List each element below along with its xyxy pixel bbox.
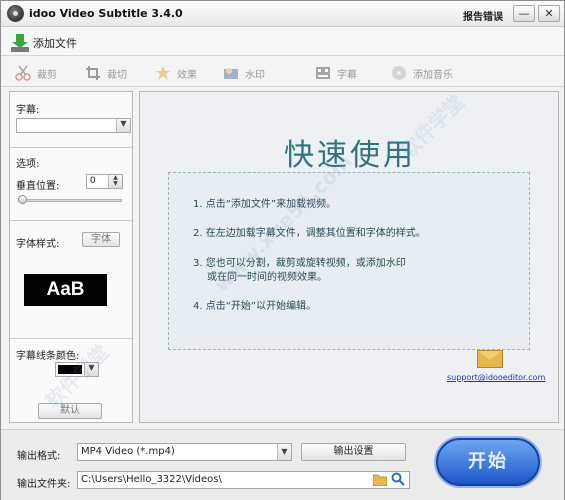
tool-subtitle-label: 字幕 <box>337 69 357 81</box>
output-format-value: MP4 Video (*.mp4) <box>81 446 175 457</box>
title-bar: idoo Video Subtitle 3.4.0 报告错误 — ✕ <box>1 1 564 27</box>
start-button-label: 开始 <box>468 451 508 472</box>
edit-toolbar: 裁剪 裁切 效果 水印 字幕 添加音乐 <box>1 57 564 87</box>
close-button[interactable]: ✕ <box>538 5 560 22</box>
effects-icon <box>156 66 170 80</box>
output-folder-value: C:\Users\Hello_3322\Videos\ <box>81 474 222 485</box>
add-file-label: 添加文件 <box>33 36 77 50</box>
music-icon <box>392 66 406 80</box>
mail-icon[interactable] <box>477 350 503 368</box>
default-button[interactable]: 默认 <box>38 403 102 419</box>
vertical-position-value: 0 <box>90 176 96 186</box>
folder-icon[interactable] <box>373 473 387 486</box>
crop-icon <box>86 66 100 80</box>
quick-start-steps: 1. 点击“添加文件”来加载视频。 2. 在左边加载字幕文件，调整其位置和字体的… <box>168 172 530 350</box>
scissors-icon <box>15 65 31 81</box>
download-arrow-icon <box>11 33 29 52</box>
window-title: idoo Video Subtitle 3.4.0 <box>29 7 183 20</box>
divider <box>10 338 132 339</box>
tool-watermark[interactable]: 水印 <box>223 63 265 83</box>
tool-add-music-label: 添加音乐 <box>413 69 453 81</box>
report-error-link[interactable]: 报告错误 <box>463 8 503 23</box>
watermark-icon <box>224 68 238 79</box>
tool-crop-label: 裁切 <box>107 69 127 81</box>
minimize-button[interactable]: — <box>513 5 535 22</box>
tool-add-music[interactable]: 添加音乐 <box>391 63 453 83</box>
subtitle-icon <box>316 67 330 79</box>
app-window: idoo Video Subtitle 3.4.0 报告错误 — ✕ 添加文件 … <box>0 0 565 500</box>
search-icon[interactable] <box>391 472 405 486</box>
tool-trim-label: 裁剪 <box>37 69 57 81</box>
slider-thumb[interactable] <box>18 195 27 204</box>
font-style-label: 字体样式: <box>16 239 60 250</box>
spin-arrows-icon[interactable]: ▲ ▼ <box>108 175 122 188</box>
options-label: 选项: <box>16 159 40 170</box>
output-format-label: 输出格式: <box>17 451 61 462</box>
vertical-position-stepper[interactable]: 0 ▲ ▼ <box>86 174 123 189</box>
subtitle-select[interactable]: ▼ <box>16 118 131 133</box>
menu-bar: 添加文件 <box>1 28 564 56</box>
divider <box>10 220 132 221</box>
chevron-down-icon: ▼ <box>277 444 291 460</box>
chevron-down-icon: ▼ <box>116 119 130 132</box>
divider <box>10 147 132 148</box>
step-4: 4. 点击“开始”以开始编辑。 <box>193 301 317 312</box>
quick-start-panel: 快速使用 1. 点击“添加文件”来加载视频。 2. 在左边加载字幕文件，调整其位… <box>139 91 559 423</box>
output-folder-label: 输出文件夹: <box>17 479 71 490</box>
tool-crop[interactable]: 裁切 <box>85 63 127 83</box>
subtitle-label: 字幕: <box>16 105 40 116</box>
font-preview: AaB <box>24 274 107 306</box>
font-button[interactable]: 字体 <box>82 232 120 247</box>
vertical-position-slider[interactable] <box>18 199 122 202</box>
support-email-link[interactable]: support@idooeditor.com <box>447 373 545 382</box>
tool-trim[interactable]: 裁剪 <box>15 63 57 83</box>
output-format-select[interactable]: MP4 Video (*.mp4) ▼ <box>77 443 292 461</box>
tool-effects[interactable]: 效果 <box>155 63 197 83</box>
output-settings-button[interactable]: 输出设置 <box>301 443 406 461</box>
step-2: 2. 在左边加载字幕文件，调整其位置和字体的样式。 <box>193 228 426 239</box>
output-folder-input[interactable]: C:\Users\Hello_3322\Videos\ <box>77 471 410 489</box>
add-file-button[interactable]: 添加文件 <box>11 32 77 53</box>
app-logo-icon <box>7 5 24 22</box>
vertical-position-label: 垂直位置: <box>16 181 60 192</box>
tool-subtitle[interactable]: 字幕 <box>315 63 357 83</box>
tool-effects-label: 效果 <box>177 69 197 81</box>
start-button[interactable]: 开始 <box>436 438 540 486</box>
tool-watermark-label: 水印 <box>245 69 265 81</box>
